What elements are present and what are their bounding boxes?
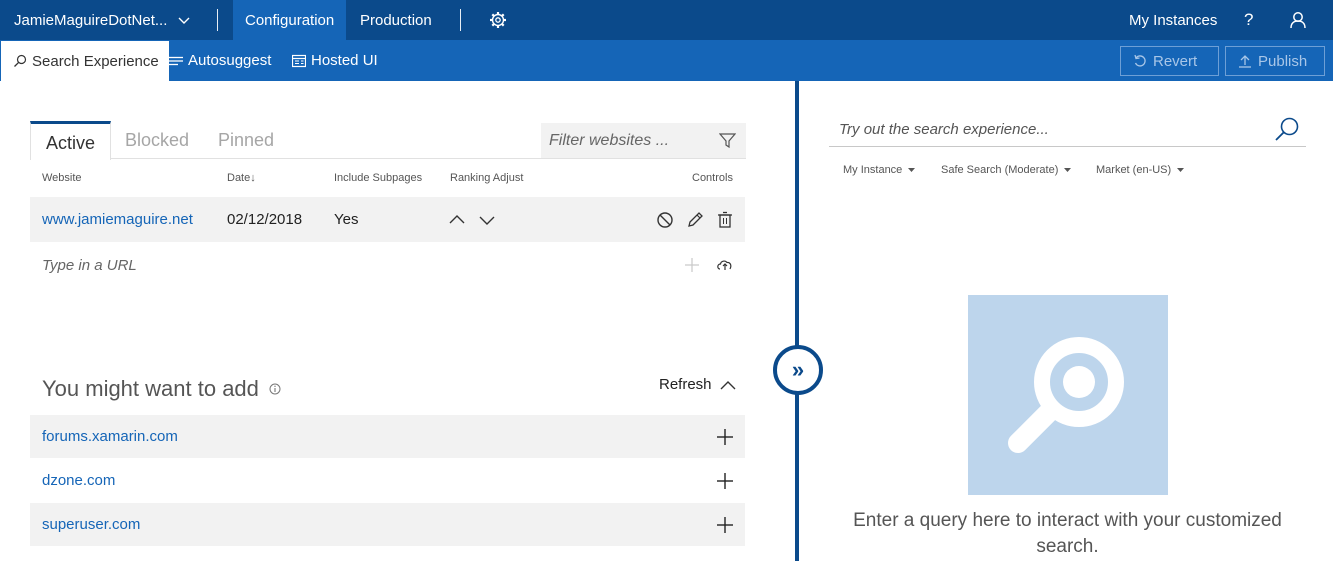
tab-hosted-ui[interactable]: Hosted UI — [292, 40, 378, 81]
chevron-down-icon — [178, 17, 190, 24]
column-header-controls: Controls — [692, 172, 733, 184]
add-site-icon[interactable] — [716, 472, 734, 490]
url-input-placeholder: Type in a URL — [42, 257, 137, 274]
upload-icon — [1239, 55, 1251, 68]
help-icon[interactable]: ? — [1244, 10, 1253, 30]
preview-search-input[interactable]: Try out the search experience... — [829, 110, 1306, 147]
chevron-up-icon — [720, 380, 736, 389]
undo-icon — [1134, 54, 1146, 67]
instance-name: JamieMaguireDotNet... — [14, 11, 168, 29]
instance-selector[interactable]: JamieMaguireDotNet... — [14, 0, 191, 40]
tab-pinned[interactable]: Pinned — [218, 121, 274, 159]
market-dropdown[interactable]: Market (en-US) — [1096, 164, 1185, 176]
revert-button[interactable]: Revert — [1120, 46, 1219, 76]
list-item: forums.xamarin.com — [30, 415, 745, 458]
tab-autosuggest[interactable]: Autosuggest — [169, 40, 271, 81]
column-header-website: Website — [42, 172, 82, 184]
suggestions-heading: You might want to add — [42, 376, 281, 402]
revert-label: Revert — [1153, 52, 1198, 70]
dropdown-label: Market (en-US) — [1096, 164, 1172, 176]
top-bar: JamieMaguireDotNet... Configuration Prod… — [0, 0, 1333, 40]
publish-label: Publish — [1258, 52, 1308, 70]
suggested-site-link[interactable]: dzone.com — [42, 472, 115, 489]
search-icon[interactable] — [1274, 116, 1300, 142]
filter-icon[interactable] — [719, 132, 736, 149]
delete-icon[interactable] — [716, 211, 734, 229]
instance-dropdown[interactable]: My Instance — [843, 164, 916, 176]
edit-icon[interactable] — [686, 211, 704, 229]
tab-label: Configuration — [245, 11, 335, 29]
suggested-site-link[interactable]: superuser.com — [42, 516, 140, 533]
tab-label: Hosted UI — [311, 52, 378, 69]
column-header-date[interactable]: Date↓ — [227, 172, 256, 184]
gear-icon[interactable] — [488, 10, 508, 30]
caret-down-icon — [1064, 168, 1072, 172]
publish-button[interactable]: Publish — [1225, 46, 1325, 76]
separator — [460, 9, 461, 31]
suggested-site-link[interactable]: forums.xamarin.com — [42, 428, 178, 445]
help-glyph: ? — [1244, 10, 1254, 29]
tab-label: Autosuggest — [188, 52, 272, 69]
filter-websites-input[interactable]: Filter websites ... — [541, 123, 746, 158]
list-item: superuser.com — [30, 503, 745, 546]
refresh-button[interactable]: Refresh — [659, 376, 736, 393]
magnifier-icon — [1008, 337, 1124, 453]
cloud-upload-icon[interactable] — [716, 256, 734, 274]
tab-configuration[interactable]: Configuration — [233, 0, 347, 40]
dropdown-label: My Instance — [843, 164, 903, 176]
tab-blocked[interactable]: Blocked — [125, 121, 189, 159]
column-header-ranking: Ranking Adjust — [450, 172, 524, 184]
tab-active[interactable]: Active — [30, 121, 112, 160]
user-icon[interactable] — [1288, 10, 1308, 30]
subpages-value: Yes — [334, 211, 359, 228]
add-site-icon[interactable] — [716, 516, 734, 534]
double-chevron-right-icon: » — [791, 357, 805, 382]
sub-nav-bar: Search Experience Autosuggest Hosted UI … — [0, 40, 1333, 81]
refresh-label: Refresh — [659, 376, 712, 393]
tab-search-experience[interactable]: Search Experience — [1, 41, 169, 81]
search-icon — [14, 54, 27, 67]
search-illustration — [968, 295, 1168, 495]
tab-label: Production — [360, 11, 432, 29]
date-value: 02/12/2018 — [227, 211, 303, 228]
safe-search-dropdown[interactable]: Safe Search (Moderate) — [941, 164, 1072, 176]
window-icon — [292, 54, 306, 67]
dropdown-label: Safe Search (Moderate) — [941, 164, 1059, 176]
tab-label: Active — [46, 133, 96, 153]
my-instances-label: My Instances — [1129, 11, 1218, 29]
caret-down-icon — [908, 168, 916, 172]
chevron-down-icon[interactable] — [478, 211, 496, 229]
add-site-icon[interactable] — [716, 428, 734, 446]
tab-label: Search Experience — [32, 52, 159, 70]
panel-splitter[interactable] — [795, 81, 799, 561]
plus-icon[interactable] — [683, 256, 701, 274]
tab-label: Pinned — [218, 129, 275, 150]
block-icon[interactable] — [656, 211, 674, 229]
lines-icon — [169, 56, 183, 65]
website-link[interactable]: www.jamiemaguire.net — [42, 211, 193, 228]
list-item: dzone.com — [30, 459, 745, 502]
preview-hint: Enter a query here to interact with your… — [853, 510, 1282, 557]
caret-down-icon — [1177, 168, 1185, 172]
info-icon[interactable] — [269, 383, 281, 395]
tab-label: Blocked — [125, 129, 190, 150]
my-instances-link[interactable]: My Instances — [1129, 0, 1217, 40]
suggestions-title: You might want to add — [42, 376, 259, 401]
expand-preview-button[interactable]: » — [773, 345, 823, 395]
add-url-row[interactable]: Type in a URL — [30, 243, 745, 287]
chevron-up-icon[interactable] — [448, 211, 466, 229]
tab-production[interactable]: Production — [348, 0, 444, 40]
column-header-subpages: Include Subpages — [334, 172, 423, 184]
table-row: www.jamiemaguire.net 02/12/2018 Yes — [30, 197, 745, 242]
search-placeholder: Try out the search experience... — [839, 121, 1049, 138]
site-config-panel: Active Blocked Pinned Filter websites ..… — [0, 81, 796, 561]
filter-placeholder: Filter websites ... — [549, 131, 670, 149]
separator — [217, 9, 218, 31]
